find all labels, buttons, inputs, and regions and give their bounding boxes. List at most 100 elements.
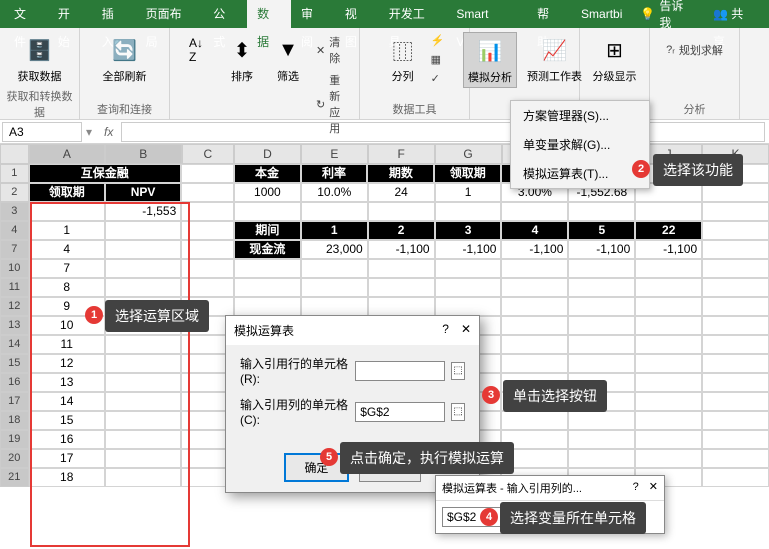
sort-button[interactable]: ⬍排序: [222, 32, 262, 86]
tab-file[interactable]: 文件: [4, 0, 48, 28]
cell[interactable]: [568, 278, 635, 297]
cell[interactable]: [105, 468, 181, 487]
cell[interactable]: 15: [29, 411, 105, 430]
cell[interactable]: -1,100: [501, 240, 568, 259]
outline-button[interactable]: ⊞分级显示: [589, 32, 641, 86]
cell[interactable]: 5: [568, 221, 635, 240]
whatif-button[interactable]: 📊模拟分析: [463, 32, 517, 88]
cell[interactable]: 2: [368, 221, 435, 240]
cell[interactable]: [702, 449, 769, 468]
cell[interactable]: [635, 278, 702, 297]
row-header[interactable]: 4: [0, 221, 29, 240]
cell[interactable]: [105, 411, 181, 430]
mini-help-icon[interactable]: ?: [633, 481, 639, 493]
solver-button[interactable]: ?ᵣ规划求解: [664, 40, 725, 60]
cell[interactable]: [702, 411, 769, 430]
cell[interactable]: [181, 183, 234, 202]
cell[interactable]: [635, 411, 702, 430]
cell[interactable]: [702, 278, 769, 297]
row-header[interactable]: 15: [0, 354, 29, 373]
cell[interactable]: [635, 335, 702, 354]
remove-dup-button[interactable]: ▦: [429, 51, 447, 68]
tab-smartbi[interactable]: Smartbi: [571, 0, 632, 28]
cell[interactable]: [568, 449, 635, 468]
cell[interactable]: [702, 259, 769, 278]
cell[interactable]: [568, 354, 635, 373]
cell[interactable]: 23,000: [301, 240, 368, 259]
cell[interactable]: 4: [501, 221, 568, 240]
row-header[interactable]: 10: [0, 259, 29, 278]
cell[interactable]: [234, 297, 301, 316]
sort-az-button[interactable]: A↓Z: [176, 32, 216, 68]
cell[interactable]: 1000: [234, 183, 301, 202]
cell[interactable]: [702, 221, 769, 240]
cell[interactable]: [301, 297, 368, 316]
share-button[interactable]: 👥 共享: [703, 0, 765, 28]
cell[interactable]: [105, 354, 181, 373]
col-header-F[interactable]: F: [368, 144, 435, 164]
cell[interactable]: NPV: [105, 183, 181, 202]
cell[interactable]: [181, 259, 234, 278]
ok-button[interactable]: 确定: [284, 453, 348, 482]
cell[interactable]: [105, 392, 181, 411]
cell[interactable]: [501, 259, 568, 278]
cell[interactable]: [234, 259, 301, 278]
formula-input[interactable]: [121, 122, 765, 142]
cell[interactable]: 领取期: [29, 183, 105, 202]
col-header-G[interactable]: G: [435, 144, 502, 164]
cell[interactable]: [105, 449, 181, 468]
cell[interactable]: 24: [368, 183, 435, 202]
cell[interactable]: 22: [635, 221, 702, 240]
cell[interactable]: 13: [29, 373, 105, 392]
tab-review[interactable]: 审阅: [291, 0, 335, 28]
select-all-corner[interactable]: [0, 144, 29, 164]
row-header[interactable]: 14: [0, 335, 29, 354]
cell[interactable]: [105, 335, 181, 354]
cell[interactable]: [635, 392, 702, 411]
cell[interactable]: 12: [29, 354, 105, 373]
cell[interactable]: 利率: [301, 164, 368, 183]
cell[interactable]: 互保金融: [29, 164, 181, 183]
cell[interactable]: [635, 297, 702, 316]
mini-close-icon[interactable]: ✕: [649, 481, 658, 493]
cell[interactable]: 1: [301, 221, 368, 240]
row-header[interactable]: 12: [0, 297, 29, 316]
cell[interactable]: [368, 278, 435, 297]
col-header-A[interactable]: A: [29, 144, 105, 164]
scenario-manager-item[interactable]: 方案管理器(S)...: [511, 101, 649, 130]
row-header[interactable]: 17: [0, 392, 29, 411]
clear-button[interactable]: ✕清除: [314, 32, 353, 68]
col-header-D[interactable]: D: [234, 144, 301, 164]
cell[interactable]: [568, 316, 635, 335]
cell[interactable]: [181, 164, 234, 183]
cell[interactable]: [702, 373, 769, 392]
col-header-C[interactable]: C: [182, 144, 235, 164]
cell[interactable]: [501, 316, 568, 335]
cell[interactable]: [635, 316, 702, 335]
row-header[interactable]: 18: [0, 411, 29, 430]
cell[interactable]: [568, 297, 635, 316]
cell[interactable]: [568, 202, 635, 221]
refresh-all-button[interactable]: 🔄 全部刷新: [99, 32, 151, 86]
cell[interactable]: [702, 316, 769, 335]
cell[interactable]: [234, 202, 301, 221]
cell[interactable]: 17: [29, 449, 105, 468]
col-input-field[interactable]: [355, 402, 445, 422]
row-header[interactable]: 21: [0, 468, 29, 487]
tab-data[interactable]: 数据: [247, 0, 291, 28]
tab-layout[interactable]: 页面布局: [136, 0, 204, 28]
cell[interactable]: 10.0%: [301, 183, 368, 202]
get-data-button[interactable]: 🗄️ 获取数据: [14, 32, 66, 86]
row-header[interactable]: 11: [0, 278, 29, 297]
cell[interactable]: 本金: [234, 164, 301, 183]
cell[interactable]: [635, 449, 702, 468]
cell[interactable]: [105, 430, 181, 449]
row-header[interactable]: 2: [0, 183, 29, 202]
tab-view[interactable]: 视图: [335, 0, 379, 28]
cell[interactable]: [501, 411, 568, 430]
cell[interactable]: [635, 373, 702, 392]
tab-help[interactable]: 帮助: [527, 0, 571, 28]
forecast-button[interactable]: 📈预测工作表: [523, 32, 586, 86]
dialog-close-icon[interactable]: ✕: [461, 322, 471, 336]
filter-button[interactable]: ▼筛选: [268, 32, 308, 86]
